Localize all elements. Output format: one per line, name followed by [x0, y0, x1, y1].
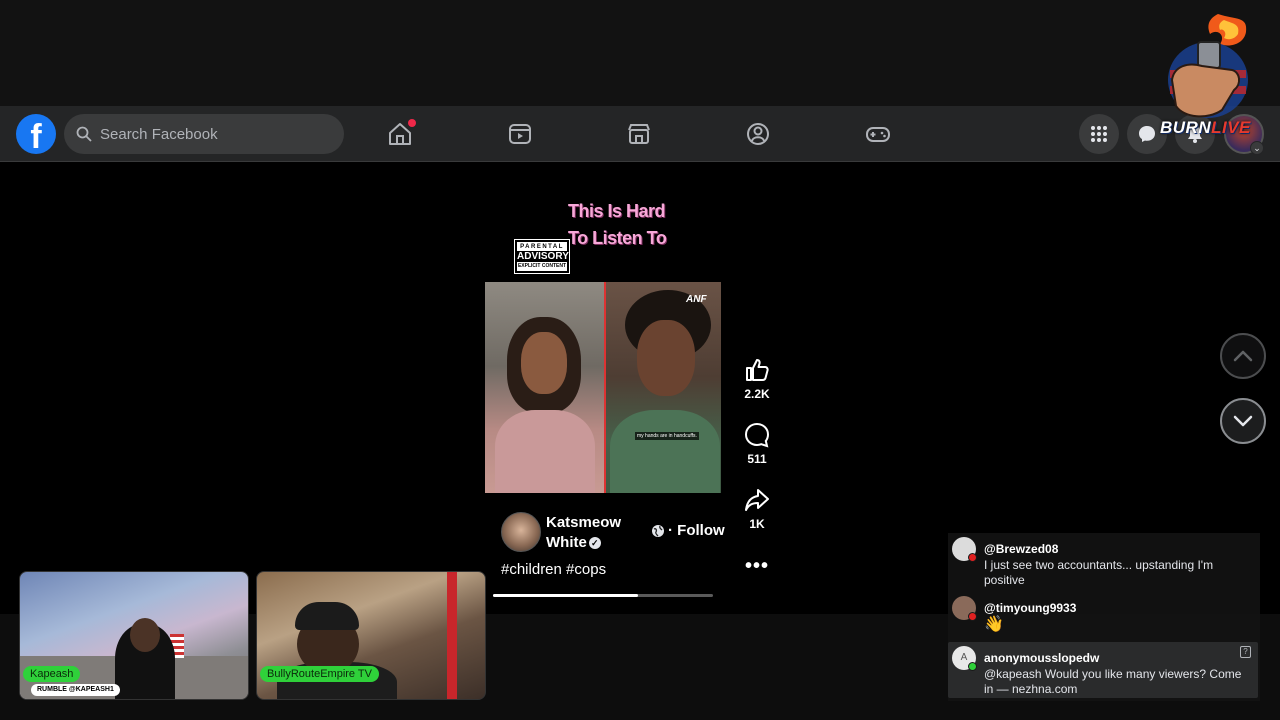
rumble-badge-icon — [968, 662, 977, 671]
gaming-icon[interactable] — [864, 120, 892, 148]
like-count: 2.2K — [744, 387, 770, 401]
parental-advisory-badge: PARENTAL ADVISORY EXPLICIT CONTENT — [514, 239, 570, 274]
report-icon[interactable]: ? — [1240, 646, 1251, 658]
like-button[interactable]: 2.2K — [737, 357, 777, 401]
chat-username: @Brewzed08 — [984, 542, 1059, 556]
follow-button[interactable]: · Follow — [668, 522, 725, 539]
globe-icon — [652, 525, 664, 537]
video-watermark: ANF — [686, 294, 707, 305]
overlay-title-line-2: To Listen To — [568, 228, 667, 248]
reel-video[interactable]: ANF my hands are in handcuffs. — [485, 282, 721, 493]
share-icon — [745, 489, 769, 511]
previous-reel-button[interactable] — [1220, 333, 1266, 379]
home-notification-dot — [408, 119, 416, 127]
share-count: 1K — [749, 517, 765, 531]
more-options-icon[interactable]: ••• — [745, 555, 769, 578]
menu-grid-button[interactable] — [1079, 114, 1119, 154]
search-icon — [76, 126, 92, 142]
marketplace-icon[interactable] — [625, 120, 653, 148]
chevron-down-icon — [1233, 415, 1253, 427]
overlay-title: This Is Hard To Listen To — [568, 198, 678, 252]
chevron-up-icon — [1233, 350, 1253, 362]
like-icon — [746, 359, 769, 381]
burn-live-logo-text: BURNLIVE — [1160, 118, 1251, 137]
video-split-divider — [604, 282, 606, 493]
poster-avatar[interactable] — [501, 512, 541, 552]
chat-text: @kapeash Would you like many viewers? Co… — [984, 667, 1242, 696]
chat-text: 👋 — [984, 616, 1004, 633]
comment-button[interactable]: 511 — [737, 422, 777, 466]
groups-icon[interactable] — [744, 120, 772, 148]
verified-icon: ✓ — [588, 537, 601, 550]
share-button[interactable]: 1K — [737, 487, 777, 531]
comment-count: 511 — [747, 452, 767, 466]
youtube-badge-icon — [968, 553, 977, 562]
overlay-title-line-1: This Is Hard — [568, 201, 666, 221]
stream-top-bar — [0, 0, 1280, 106]
webcam-label-bullyrouteempire: BullyRouteEmpire TV — [260, 666, 379, 682]
facebook-logo[interactable]: f — [16, 114, 56, 154]
chat-username: @timyoung9933 — [984, 601, 1077, 615]
youtube-badge-icon — [968, 612, 977, 621]
chat-username: anonymousslopedw — [984, 651, 1100, 665]
video-caption: my hands are in handcuffs. — [635, 432, 699, 440]
next-reel-button[interactable] — [1220, 398, 1266, 444]
search-bar[interactable]: Search Facebook — [64, 114, 344, 154]
chat-text: I just see two accountants... upstanding… — [984, 558, 1214, 587]
video-progress-fill — [493, 594, 639, 597]
video-icon[interactable] — [506, 120, 534, 148]
reel-hashtags[interactable]: #children #cops — [501, 561, 606, 578]
live-chat-overlay: @Brewzed08 I just see two accountants...… — [948, 533, 1260, 701]
poster-name[interactable]: Katsmeow White ✓ — [546, 513, 636, 553]
search-input[interactable]: Search Facebook — [100, 126, 218, 143]
rumble-tag: RUMBLE @KAPEASH1 — [31, 684, 120, 696]
comment-icon — [744, 422, 770, 448]
webcam-label-kapeash: Kapeash — [23, 666, 81, 682]
video-progress-bar[interactable] — [493, 594, 713, 597]
menu-grid-icon — [1091, 126, 1107, 142]
